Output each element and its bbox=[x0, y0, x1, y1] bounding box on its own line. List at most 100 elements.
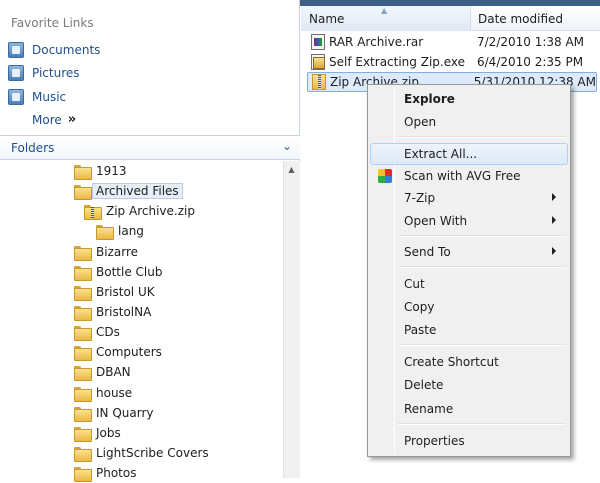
column-header-date-label: Date modified bbox=[478, 12, 564, 26]
tree-item-label: Jobs bbox=[96, 426, 121, 440]
file-name: RAR Archive.rar bbox=[329, 35, 424, 49]
tree-item-label: Bottle Club bbox=[96, 265, 163, 279]
menu-item-extract-all[interactable]: Extract All... bbox=[370, 143, 568, 165]
file-name-cell: RAR Archive.rar bbox=[307, 34, 471, 50]
chevron-down-icon[interactable]: ⌄ bbox=[282, 139, 292, 153]
exe-icon bbox=[311, 54, 325, 70]
rar-icon bbox=[311, 34, 325, 50]
file-row-self-extracting-zip[interactable]: Self Extracting Zip.exe 6/4/2010 2:35 PM bbox=[307, 52, 597, 72]
tree-item-bottle-club[interactable]: Bottle Club bbox=[74, 262, 162, 282]
file-name-cell: Self Extracting Zip.exe bbox=[307, 54, 471, 70]
favorite-links-header: Favorite Links bbox=[11, 16, 94, 30]
tree-item-computers[interactable]: Computers bbox=[74, 342, 162, 362]
menu-item-open[interactable]: Open bbox=[370, 111, 568, 133]
tree-item-dban[interactable]: DBAN bbox=[74, 362, 131, 382]
menu-separator bbox=[398, 344, 566, 346]
tree-item-label: house bbox=[96, 386, 133, 400]
folder-icon bbox=[74, 285, 92, 301]
tree-item-jobs[interactable]: Jobs bbox=[74, 423, 121, 443]
avg-antivirus-icon bbox=[378, 169, 392, 183]
tree-item-label: Bristol UK bbox=[96, 285, 155, 299]
file-row-rar-archive[interactable]: RAR Archive.rar 7/2/2010 1:38 AM bbox=[307, 32, 597, 52]
menu-item-create-shortcut[interactable]: Create Shortcut bbox=[370, 351, 568, 373]
tree-item-house[interactable]: house bbox=[74, 383, 132, 403]
tree-item-label: IN Quarry bbox=[96, 406, 154, 420]
menu-item-properties[interactable]: Properties bbox=[370, 430, 568, 452]
menu-item-paste[interactable]: Paste bbox=[370, 319, 568, 341]
tree-item-cds[interactable]: CDs bbox=[74, 322, 120, 342]
more-favorites-link[interactable]: More » bbox=[32, 112, 76, 127]
column-header-name-label: Name bbox=[309, 12, 345, 26]
menu-item-label: Scan with AVG Free bbox=[404, 169, 521, 183]
tree-item-bristolna[interactable]: BristolNA bbox=[74, 302, 151, 322]
tree-item-label: BristolNA bbox=[96, 305, 152, 319]
menu-item-copy[interactable]: Copy bbox=[370, 296, 568, 318]
menu-item-label: Delete bbox=[404, 378, 444, 392]
menu-item-label: Cut bbox=[404, 277, 425, 291]
submenu-arrow-icon bbox=[552, 247, 556, 255]
tree-item-label: Bizarre bbox=[96, 245, 138, 259]
tree-item-label: lang bbox=[118, 224, 144, 238]
tree-item-archived-files[interactable]: Archived Files bbox=[74, 181, 183, 201]
menu-separator bbox=[398, 266, 566, 268]
scroll-up-arrow-icon[interactable]: ▲ bbox=[283, 161, 300, 178]
menu-separator bbox=[398, 235, 566, 237]
submenu-arrow-icon bbox=[552, 193, 556, 201]
menu-item-label: Open bbox=[404, 115, 437, 129]
tree-item-bizarre[interactable]: Bizarre bbox=[74, 242, 138, 262]
double-chevron-right-icon: » bbox=[67, 112, 77, 127]
file-date: 6/4/2010 2:35 PM bbox=[477, 55, 584, 69]
menu-item-rename[interactable]: Rename bbox=[370, 398, 568, 420]
tree-item-label: Computers bbox=[96, 345, 162, 359]
favorite-link-documents[interactable]: Documents bbox=[8, 40, 100, 60]
folder-icon bbox=[74, 406, 92, 422]
menu-item-label: Rename bbox=[404, 402, 454, 416]
menu-item-explore[interactable]: Explore bbox=[370, 88, 568, 110]
menu-item-send-to[interactable]: Send To bbox=[370, 241, 568, 263]
menu-item-delete[interactable]: Delete bbox=[370, 374, 568, 396]
menu-item-label: Extract All... bbox=[404, 147, 478, 161]
tree-item-photos[interactable]: Photos bbox=[74, 463, 136, 483]
column-header-date-modified[interactable]: Date modified bbox=[472, 6, 600, 31]
folder-icon bbox=[74, 345, 92, 361]
tree-item-in-quarry[interactable]: IN Quarry bbox=[74, 403, 154, 423]
folder-icon bbox=[96, 224, 114, 240]
folder-icon bbox=[74, 325, 92, 341]
tree-item-label: Archived Files bbox=[92, 183, 183, 199]
menu-item-7zip[interactable]: 7-Zip bbox=[370, 187, 568, 209]
tree-item-1913[interactable]: 1913 bbox=[74, 161, 127, 181]
tree-item-zip-archive[interactable]: Zip Archive.zip bbox=[84, 201, 195, 221]
file-date: 7/2/2010 1:38 AM bbox=[477, 35, 585, 49]
context-menu: Explore Open Extract All... Scan with AV… bbox=[367, 84, 571, 457]
folder-tree-scrollbar[interactable] bbox=[283, 161, 300, 478]
tree-item-lang[interactable]: lang bbox=[96, 221, 144, 241]
tree-item-bristol-uk[interactable]: Bristol UK bbox=[74, 282, 155, 302]
menu-item-open-with[interactable]: Open With bbox=[370, 210, 568, 232]
favorite-link-pictures[interactable]: Pictures bbox=[8, 63, 80, 83]
folders-bar[interactable]: Folders ⌄ bbox=[0, 135, 300, 160]
folder-icon bbox=[74, 426, 92, 442]
menu-item-label: Send To bbox=[404, 245, 451, 259]
zip-icon bbox=[312, 74, 326, 90]
favorite-link-label: Pictures bbox=[32, 66, 80, 80]
pictures-icon bbox=[8, 65, 24, 81]
menu-separator bbox=[398, 423, 566, 425]
favorite-link-music[interactable]: Music bbox=[8, 87, 66, 107]
tree-item-lightscribe-covers[interactable]: LightScribe Covers bbox=[74, 443, 209, 463]
menu-item-scan-avg[interactable]: Scan with AVG Free bbox=[370, 165, 568, 187]
tree-item-label: CDs bbox=[96, 325, 120, 339]
menu-item-cut[interactable]: Cut bbox=[370, 273, 568, 295]
tree-item-label: Zip Archive.zip bbox=[106, 204, 195, 218]
folders-title: Folders bbox=[11, 141, 55, 155]
menu-item-label: Paste bbox=[404, 323, 437, 337]
documents-icon bbox=[8, 42, 24, 58]
folder-icon bbox=[74, 164, 92, 180]
more-label: More bbox=[32, 112, 62, 127]
folder-icon bbox=[74, 245, 92, 261]
column-header-name[interactable]: ▲ Name bbox=[301, 6, 471, 31]
menu-item-label: Copy bbox=[404, 300, 435, 314]
tree-item-label: DBAN bbox=[96, 365, 131, 379]
menu-item-label: Properties bbox=[404, 434, 465, 448]
file-name: Self Extracting Zip.exe bbox=[329, 55, 465, 69]
folder-icon bbox=[74, 386, 92, 402]
